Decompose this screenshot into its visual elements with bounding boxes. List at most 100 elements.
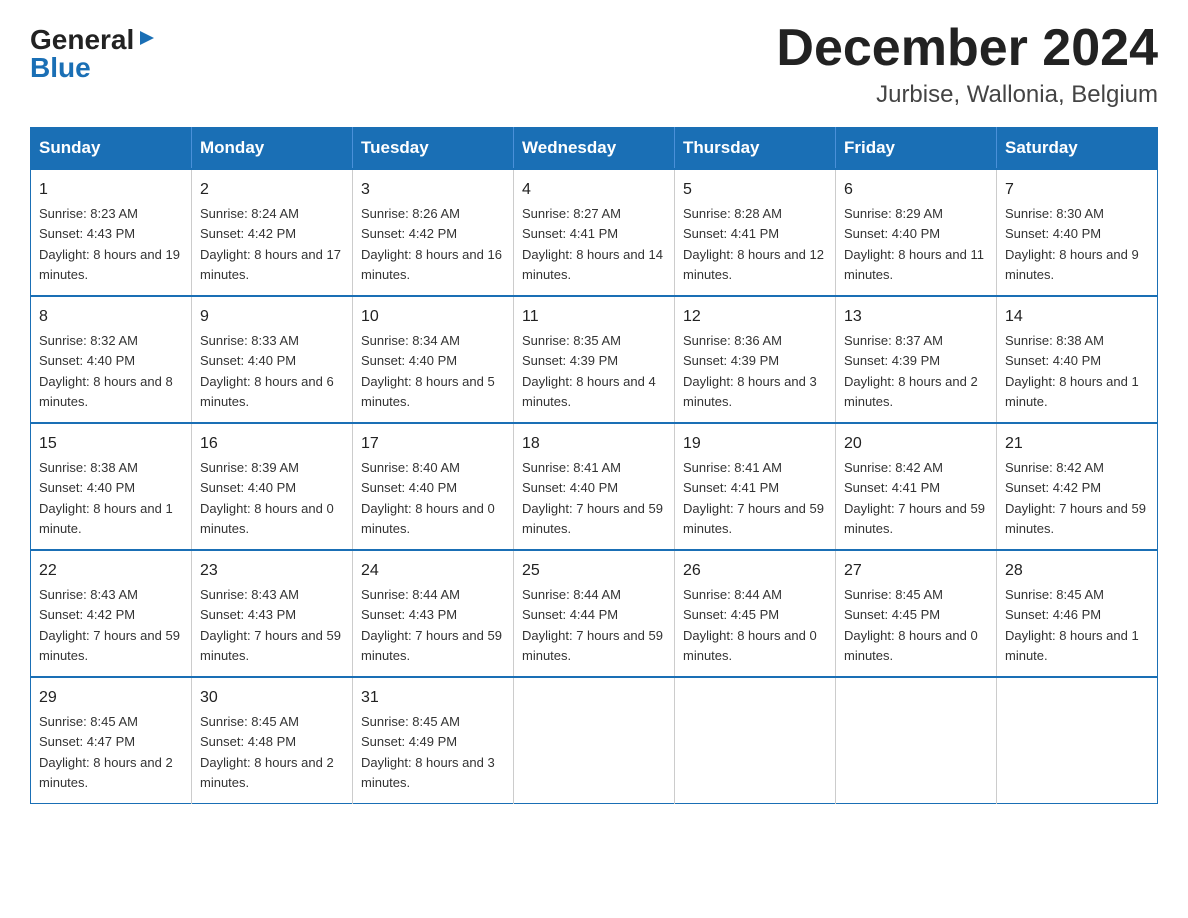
day-info: Sunrise: 8:44 AMSunset: 4:43 PMDaylight:… [361, 587, 502, 663]
calendar-day-cell [836, 677, 997, 804]
calendar-day-cell: 25 Sunrise: 8:44 AMSunset: 4:44 PMDaylig… [514, 550, 675, 677]
day-info: Sunrise: 8:45 AMSunset: 4:49 PMDaylight:… [361, 714, 495, 790]
day-info: Sunrise: 8:44 AMSunset: 4:45 PMDaylight:… [683, 587, 817, 663]
day-info: Sunrise: 8:38 AMSunset: 4:40 PMDaylight:… [39, 460, 173, 536]
weekday-header-saturday: Saturday [997, 128, 1158, 170]
day-info: Sunrise: 8:44 AMSunset: 4:44 PMDaylight:… [522, 587, 663, 663]
calendar-week-row: 15 Sunrise: 8:38 AMSunset: 4:40 PMDaylig… [31, 423, 1158, 550]
calendar-day-cell: 21 Sunrise: 8:42 AMSunset: 4:42 PMDaylig… [997, 423, 1158, 550]
calendar-day-cell: 8 Sunrise: 8:32 AMSunset: 4:40 PMDayligh… [31, 296, 192, 423]
calendar-day-cell: 11 Sunrise: 8:35 AMSunset: 4:39 PMDaylig… [514, 296, 675, 423]
day-info: Sunrise: 8:40 AMSunset: 4:40 PMDaylight:… [361, 460, 495, 536]
day-number: 4 [522, 178, 666, 202]
day-info: Sunrise: 8:43 AMSunset: 4:43 PMDaylight:… [200, 587, 341, 663]
calendar-day-cell: 2 Sunrise: 8:24 AMSunset: 4:42 PMDayligh… [192, 169, 353, 296]
day-number: 15 [39, 432, 183, 456]
day-number: 7 [1005, 178, 1149, 202]
calendar-day-cell: 1 Sunrise: 8:23 AMSunset: 4:43 PMDayligh… [31, 169, 192, 296]
day-number: 23 [200, 559, 344, 583]
day-number: 19 [683, 432, 827, 456]
day-number: 13 [844, 305, 988, 329]
day-number: 24 [361, 559, 505, 583]
calendar-day-cell: 19 Sunrise: 8:41 AMSunset: 4:41 PMDaylig… [675, 423, 836, 550]
day-number: 6 [844, 178, 988, 202]
day-info: Sunrise: 8:42 AMSunset: 4:42 PMDaylight:… [1005, 460, 1146, 536]
day-info: Sunrise: 8:45 AMSunset: 4:47 PMDaylight:… [39, 714, 173, 790]
title-area: December 2024 Jurbise, Wallonia, Belgium [776, 20, 1158, 109]
day-number: 29 [39, 686, 183, 710]
day-number: 28 [1005, 559, 1149, 583]
day-number: 31 [361, 686, 505, 710]
calendar-day-cell: 17 Sunrise: 8:40 AMSunset: 4:40 PMDaylig… [353, 423, 514, 550]
day-number: 10 [361, 305, 505, 329]
day-number: 27 [844, 559, 988, 583]
calendar-day-cell: 3 Sunrise: 8:26 AMSunset: 4:42 PMDayligh… [353, 169, 514, 296]
calendar-day-cell: 9 Sunrise: 8:33 AMSunset: 4:40 PMDayligh… [192, 296, 353, 423]
day-info: Sunrise: 8:30 AMSunset: 4:40 PMDaylight:… [1005, 206, 1139, 282]
day-info: Sunrise: 8:41 AMSunset: 4:41 PMDaylight:… [683, 460, 824, 536]
calendar-day-cell [514, 677, 675, 804]
day-number: 8 [39, 305, 183, 329]
day-number: 1 [39, 178, 183, 202]
weekday-header-wednesday: Wednesday [514, 128, 675, 170]
day-number: 9 [200, 305, 344, 329]
day-number: 25 [522, 559, 666, 583]
day-number: 18 [522, 432, 666, 456]
calendar-week-row: 22 Sunrise: 8:43 AMSunset: 4:42 PMDaylig… [31, 550, 1158, 677]
day-number: 14 [1005, 305, 1149, 329]
calendar-day-cell: 20 Sunrise: 8:42 AMSunset: 4:41 PMDaylig… [836, 423, 997, 550]
calendar-day-cell: 16 Sunrise: 8:39 AMSunset: 4:40 PMDaylig… [192, 423, 353, 550]
weekday-header-row: SundayMondayTuesdayWednesdayThursdayFrid… [31, 128, 1158, 170]
day-info: Sunrise: 8:45 AMSunset: 4:46 PMDaylight:… [1005, 587, 1139, 663]
day-number: 20 [844, 432, 988, 456]
day-number: 21 [1005, 432, 1149, 456]
calendar-day-cell: 14 Sunrise: 8:38 AMSunset: 4:40 PMDaylig… [997, 296, 1158, 423]
calendar-day-cell: 18 Sunrise: 8:41 AMSunset: 4:40 PMDaylig… [514, 423, 675, 550]
day-number: 12 [683, 305, 827, 329]
calendar-day-cell: 10 Sunrise: 8:34 AMSunset: 4:40 PMDaylig… [353, 296, 514, 423]
location-title: Jurbise, Wallonia, Belgium [776, 81, 1158, 109]
day-info: Sunrise: 8:41 AMSunset: 4:40 PMDaylight:… [522, 460, 663, 536]
day-number: 17 [361, 432, 505, 456]
day-number: 26 [683, 559, 827, 583]
calendar-day-cell: 29 Sunrise: 8:45 AMSunset: 4:47 PMDaylig… [31, 677, 192, 804]
day-info: Sunrise: 8:45 AMSunset: 4:48 PMDaylight:… [200, 714, 334, 790]
calendar-table: SundayMondayTuesdayWednesdayThursdayFrid… [30, 127, 1158, 804]
calendar-day-cell: 30 Sunrise: 8:45 AMSunset: 4:48 PMDaylig… [192, 677, 353, 804]
day-info: Sunrise: 8:35 AMSunset: 4:39 PMDaylight:… [522, 333, 656, 409]
calendar-day-cell: 15 Sunrise: 8:38 AMSunset: 4:40 PMDaylig… [31, 423, 192, 550]
weekday-header-tuesday: Tuesday [353, 128, 514, 170]
calendar-day-cell: 7 Sunrise: 8:30 AMSunset: 4:40 PMDayligh… [997, 169, 1158, 296]
logo-blue-text: Blue [30, 54, 91, 82]
day-info: Sunrise: 8:43 AMSunset: 4:42 PMDaylight:… [39, 587, 180, 663]
weekday-header-friday: Friday [836, 128, 997, 170]
calendar-day-cell: 6 Sunrise: 8:29 AMSunset: 4:40 PMDayligh… [836, 169, 997, 296]
day-info: Sunrise: 8:24 AMSunset: 4:42 PMDaylight:… [200, 206, 341, 282]
day-info: Sunrise: 8:38 AMSunset: 4:40 PMDaylight:… [1005, 333, 1139, 409]
calendar-day-cell [675, 677, 836, 804]
day-number: 30 [200, 686, 344, 710]
calendar-day-cell: 4 Sunrise: 8:27 AMSunset: 4:41 PMDayligh… [514, 169, 675, 296]
day-info: Sunrise: 8:36 AMSunset: 4:39 PMDaylight:… [683, 333, 817, 409]
day-info: Sunrise: 8:23 AMSunset: 4:43 PMDaylight:… [39, 206, 180, 282]
day-info: Sunrise: 8:28 AMSunset: 4:41 PMDaylight:… [683, 206, 824, 282]
day-info: Sunrise: 8:33 AMSunset: 4:40 PMDaylight:… [200, 333, 334, 409]
calendar-day-cell: 5 Sunrise: 8:28 AMSunset: 4:41 PMDayligh… [675, 169, 836, 296]
calendar-week-row: 29 Sunrise: 8:45 AMSunset: 4:47 PMDaylig… [31, 677, 1158, 804]
calendar-day-cell: 13 Sunrise: 8:37 AMSunset: 4:39 PMDaylig… [836, 296, 997, 423]
weekday-header-thursday: Thursday [675, 128, 836, 170]
calendar-day-cell: 23 Sunrise: 8:43 AMSunset: 4:43 PMDaylig… [192, 550, 353, 677]
day-info: Sunrise: 8:32 AMSunset: 4:40 PMDaylight:… [39, 333, 173, 409]
day-info: Sunrise: 8:26 AMSunset: 4:42 PMDaylight:… [361, 206, 502, 282]
day-info: Sunrise: 8:39 AMSunset: 4:40 PMDaylight:… [200, 460, 334, 536]
calendar-day-cell: 31 Sunrise: 8:45 AMSunset: 4:49 PMDaylig… [353, 677, 514, 804]
day-number: 3 [361, 178, 505, 202]
calendar-day-cell [997, 677, 1158, 804]
day-number: 2 [200, 178, 344, 202]
calendar-day-cell: 12 Sunrise: 8:36 AMSunset: 4:39 PMDaylig… [675, 296, 836, 423]
weekday-header-monday: Monday [192, 128, 353, 170]
day-number: 11 [522, 305, 666, 329]
calendar-day-cell: 24 Sunrise: 8:44 AMSunset: 4:43 PMDaylig… [353, 550, 514, 677]
day-info: Sunrise: 8:45 AMSunset: 4:45 PMDaylight:… [844, 587, 978, 663]
calendar-day-cell: 22 Sunrise: 8:43 AMSunset: 4:42 PMDaylig… [31, 550, 192, 677]
